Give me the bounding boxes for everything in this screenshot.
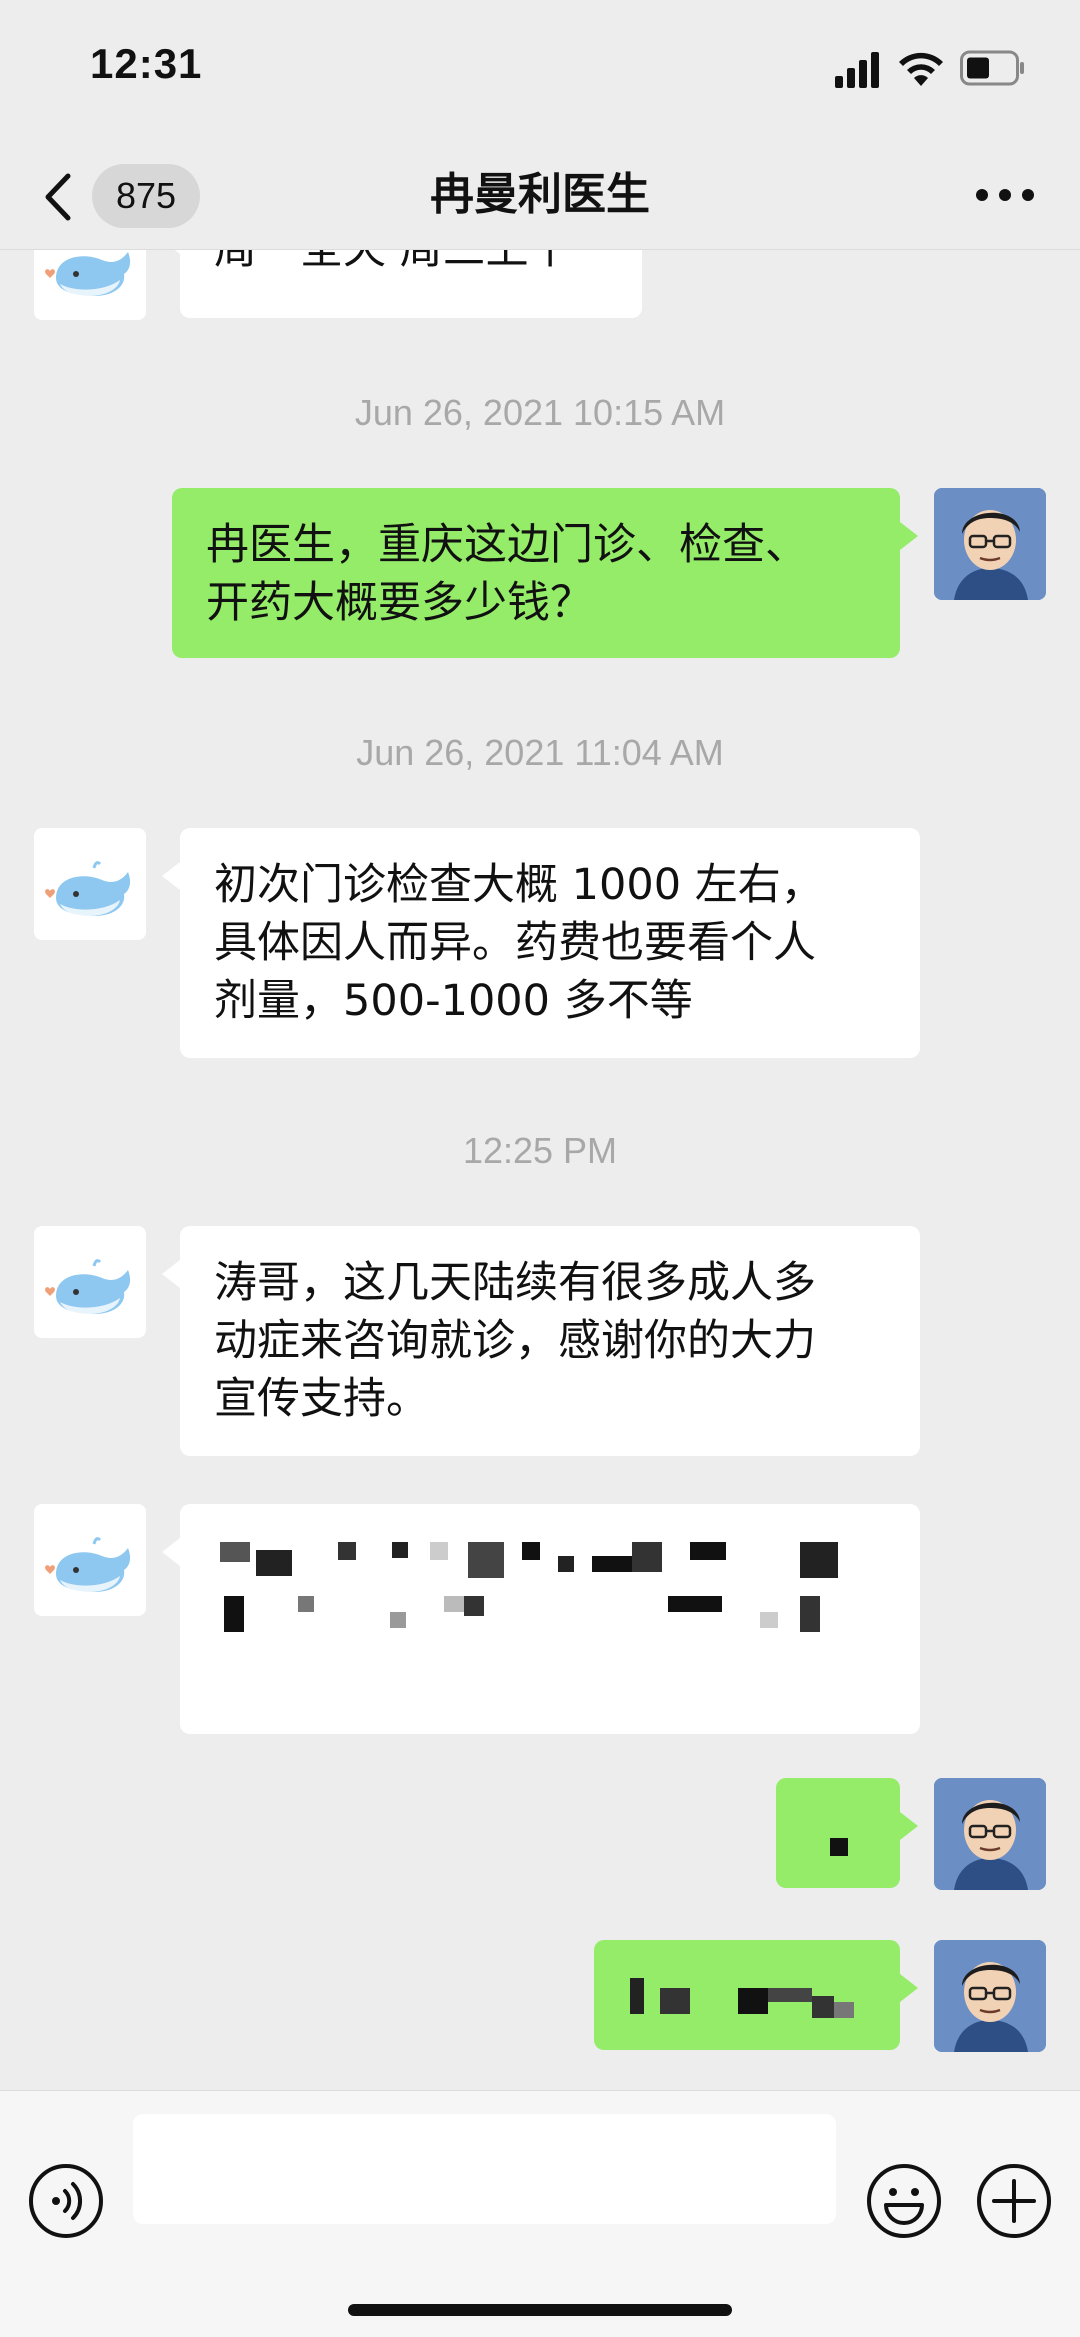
- message-text-line: 开药大概要多少钱？: [206, 578, 593, 628]
- doctor-avatar[interactable]: [34, 250, 146, 320]
- doctor-avatar[interactable]: [34, 828, 146, 940]
- cellular-signal-icon: [835, 52, 879, 88]
- message-list[interactable]: 周一全天 周三上午 Jun 26, 2021 10:15 AM 冉医生，重庆这边…: [0, 250, 1080, 2090]
- message-text-line: 初次门诊检查大概 1000 左右，: [214, 860, 824, 910]
- redacted-content: [630, 1978, 880, 2018]
- self-avatar[interactable]: [934, 488, 1046, 600]
- timestamp: Jun 26, 2021 11:04 AM: [356, 732, 724, 773]
- doctor-avatar[interactable]: [34, 1504, 146, 1616]
- back-button[interactable]: 875: [40, 162, 200, 232]
- emoji-button[interactable]: [866, 2163, 942, 2239]
- message-bubble-redacted[interactable]: [776, 1778, 918, 1888]
- input-bar: [0, 2090, 1080, 2337]
- wifi-icon: [899, 52, 943, 86]
- message-text-line: 涛哥，这几天陆续有很多成人多: [214, 1258, 816, 1308]
- more-dots-icon: [976, 189, 988, 201]
- unread-count-badge: 875: [92, 164, 200, 228]
- chat-screen: 12:31 875 冉曼利医生 Jun 26, 2021 10:15 AM 冉医…: [0, 0, 1080, 2337]
- whale-avatar-icon: [45, 861, 131, 916]
- timestamp: Jun 26, 2021 10:15 AM: [354, 392, 726, 433]
- whale-avatar-icon: [45, 1259, 131, 1314]
- status-bar: 12:31: [0, 0, 1080, 140]
- user-avatar-icon: [934, 1940, 1046, 2052]
- message-text-line: 冉医生，重庆这边门诊、检查、: [206, 520, 808, 570]
- home-indicator: [348, 2304, 732, 2316]
- message-bubble-redacted[interactable]: [594, 1940, 918, 2050]
- chevron-left-icon: [45, 173, 71, 221]
- voice-icon: [29, 2164, 103, 2238]
- chat-title: 冉曼利医生: [430, 169, 650, 220]
- nav-bar: 875 冉曼利医生: [0, 140, 1080, 250]
- message-text-line: 具体因人而异。药费也要看个人: [214, 918, 816, 968]
- redacted-content: [830, 1838, 848, 1856]
- whale-avatar-icon: [45, 252, 131, 296]
- message-bubble-doctor[interactable]: 初次门诊检查大概 1000 左右， 具体因人而异。药费也要看个人 剂量，500-…: [162, 828, 920, 1058]
- message-text: 周一全天 周三上午: [214, 250, 572, 278]
- message-bubble-doctor[interactable]: 涛哥，这几天陆续有很多成人多 动症来咨询就诊，感谢你的大力 宣传支持。: [162, 1226, 920, 1456]
- more-button[interactable]: [970, 175, 1040, 215]
- message-bubble-self[interactable]: 冉医生，重庆这边门诊、检查、 开药大概要多少钱？: [172, 488, 918, 658]
- message-text-line: 剂量，500-1000 多不等: [214, 976, 693, 1026]
- message-bubble-redacted[interactable]: [162, 1504, 920, 1734]
- redacted-content: [220, 1542, 880, 1652]
- self-avatar[interactable]: [934, 1778, 1046, 1890]
- message-text-line: 宣传支持。: [214, 1374, 429, 1424]
- message-input[interactable]: [133, 2114, 836, 2224]
- message-bubble-doctor[interactable]: 周一全天 周三上午: [162, 250, 642, 318]
- emoji-icon: [867, 2164, 941, 2238]
- plus-icon: [977, 2164, 1051, 2238]
- timestamp: 12:25 PM: [462, 1130, 618, 1171]
- status-time: 12:31: [90, 40, 203, 87]
- message-text-line: 动症来咨询就诊，感谢你的大力: [214, 1316, 816, 1366]
- user-avatar-icon: [934, 1778, 1046, 1890]
- user-avatar-icon: [934, 488, 1046, 600]
- plus-button[interactable]: [976, 2163, 1052, 2239]
- self-avatar[interactable]: [934, 1940, 1046, 2052]
- battery-icon: [960, 50, 1024, 86]
- voice-button[interactable]: [28, 2163, 104, 2239]
- doctor-avatar[interactable]: [34, 1226, 146, 1338]
- whale-avatar-icon: [45, 1537, 131, 1592]
